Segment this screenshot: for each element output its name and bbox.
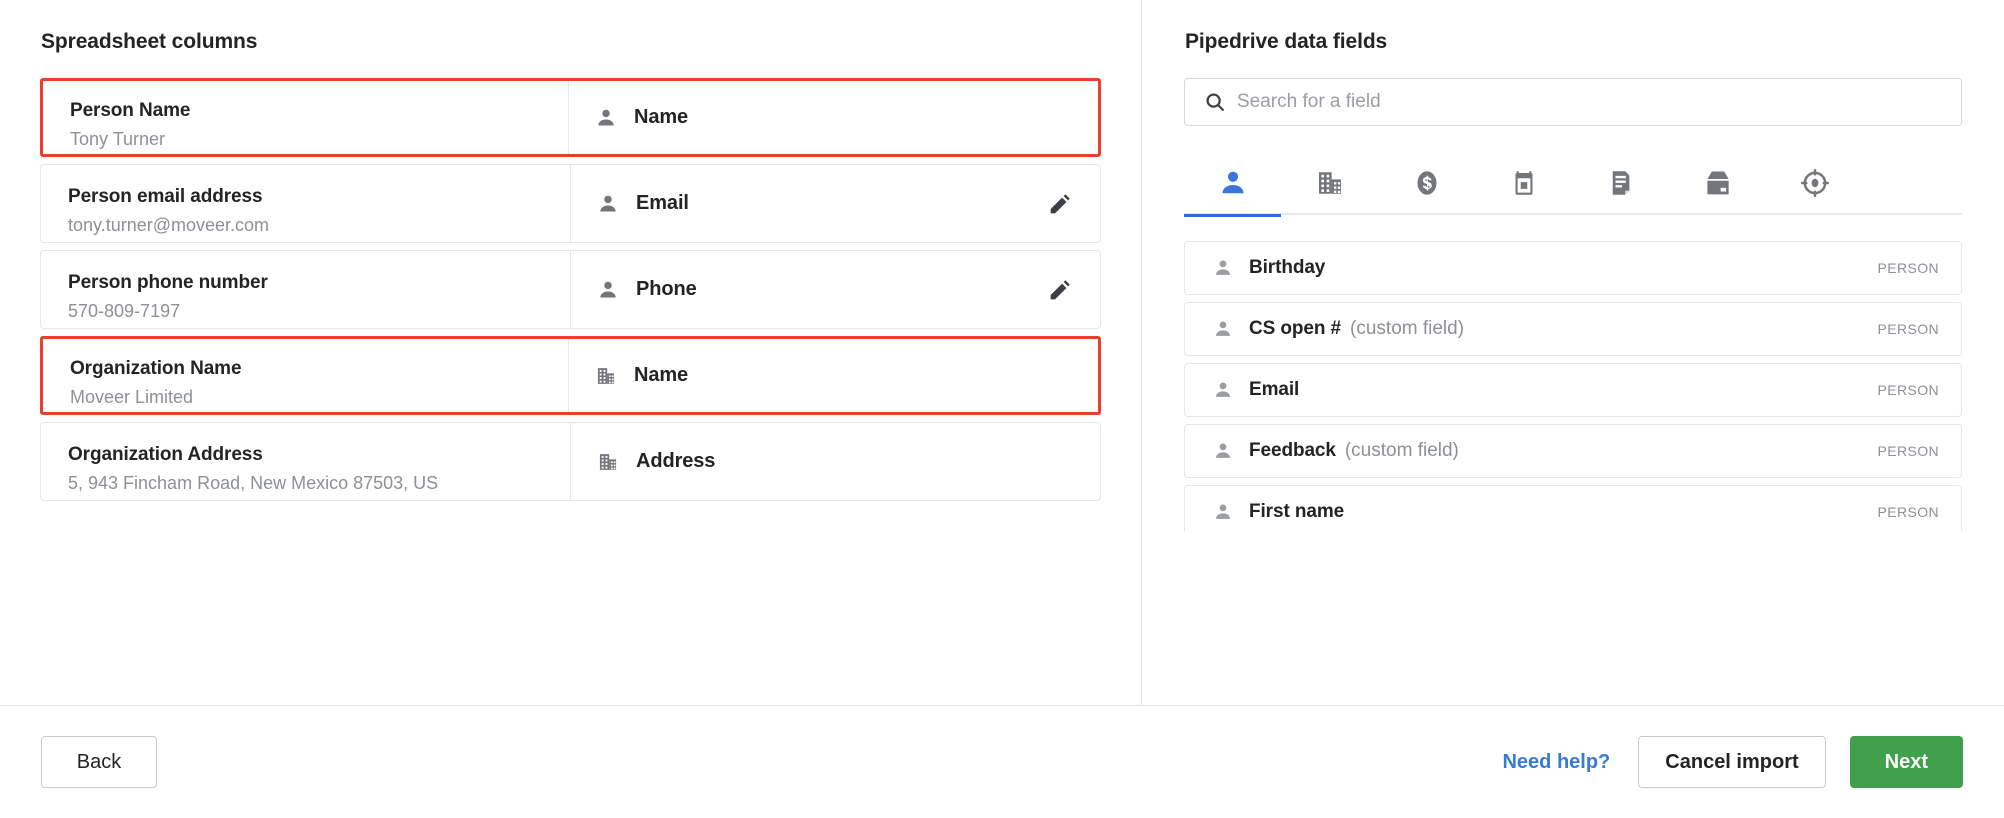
- column-mapping-list: Person Name Tony Turner Name Person email a…: [40, 78, 1101, 501]
- mapped-field-cell[interactable]: Name: [569, 339, 1098, 412]
- pipedrive-field-suffix: (custom field): [1350, 318, 1465, 339]
- mapped-field-label: Name: [634, 106, 689, 128]
- tab-person[interactable]: [1184, 156, 1281, 217]
- tab-active-indicator: [1184, 214, 1281, 217]
- pipedrive-field-name: Email: [1249, 379, 1300, 400]
- spreadsheet-column-cell: Organization Address 5, 943 Fincham Road,…: [41, 423, 571, 500]
- need-help-link[interactable]: Need help?: [1502, 751, 1610, 774]
- entity-tabs: [1184, 156, 1962, 217]
- wizard-footer: Back Need help? Cancel import Next: [0, 705, 2004, 818]
- pipedrive-field-type: PERSON: [1877, 382, 1939, 398]
- spreadsheet-column-name: Organization Name: [70, 358, 242, 379]
- mapped-field-cell[interactable]: Email: [571, 165, 1100, 242]
- note-icon: [1606, 168, 1636, 203]
- person-icon: [597, 279, 619, 301]
- spreadsheet-column-cell: Person phone number 570-809-7197: [41, 251, 571, 328]
- spreadsheet-column-name: Organization Address: [68, 444, 263, 465]
- column-mapping-row[interactable]: Person phone number 570-809-7197 Phone: [40, 250, 1101, 329]
- tab-product[interactable]: [1669, 156, 1766, 215]
- tab-active-indicator: [1572, 214, 1669, 217]
- pipedrive-field-item[interactable]: Birthday PERSON: [1184, 241, 1962, 295]
- tab-note[interactable]: [1572, 156, 1669, 215]
- pipedrive-field-list: Birthday PERSON CS open # (custom field) PER…: [1184, 241, 1962, 531]
- tab-lead[interactable]: [1766, 156, 1863, 215]
- tab-active-indicator: [1669, 214, 1766, 217]
- person-icon: [597, 193, 619, 215]
- mapped-field-label: Name: [634, 364, 689, 386]
- pipedrive-field-item[interactable]: Feedback (custom field) PERSON: [1184, 424, 1962, 478]
- next-button[interactable]: Next: [1849, 736, 1963, 788]
- pipedrive-fields-title: Pipedrive data fields: [1185, 30, 1388, 53]
- person-icon: [1213, 502, 1233, 522]
- column-mapping-row[interactable]: Person Name Tony Turner Name: [40, 78, 1101, 157]
- edit-mapping-button[interactable]: [1046, 191, 1072, 217]
- mapped-field-cell[interactable]: Name: [569, 81, 1098, 154]
- tab-active-indicator: [1766, 214, 1863, 217]
- spreadsheet-column-sample: tony.turner@moveer.com: [68, 215, 270, 235]
- mapped-field-label: Email: [636, 192, 689, 214]
- page-title: Spreadsheet columns: [41, 30, 258, 53]
- tab-active-indicator: [1475, 214, 1572, 217]
- pipedrive-field-type: PERSON: [1877, 504, 1939, 520]
- tab-active-indicator: [1281, 214, 1378, 217]
- spreadsheet-columns-pane: Spreadsheet columns Person Name Tony Turn…: [0, 0, 1142, 705]
- spreadsheet-column-cell: Organization Name Moveer Limited: [43, 339, 569, 412]
- spreadsheet-column-sample: Tony Turner: [70, 129, 166, 149]
- pipedrive-data-fields-pane: Pipedrive data fields BirthdayPERSONCS o…: [1142, 0, 2004, 705]
- organization-icon: [1315, 168, 1345, 203]
- organization-icon: [595, 365, 617, 387]
- cancel-import-button[interactable]: Cancel import: [1638, 736, 1826, 788]
- product-icon: [1703, 168, 1733, 203]
- mapped-field-cell[interactable]: Phone: [571, 251, 1100, 328]
- pipedrive-field-item[interactable]: First name PERSON: [1184, 485, 1962, 531]
- import-field-mapping-screen: Spreadsheet columns Person Name Tony Turn…: [0, 0, 2004, 818]
- mapping-panes: Spreadsheet columns Person Name Tony Turn…: [0, 0, 2004, 705]
- tab-deal[interactable]: [1378, 156, 1475, 215]
- tab-organization[interactable]: [1281, 156, 1378, 215]
- person-icon: [1213, 319, 1233, 339]
- spreadsheet-column-cell: Person email address tony.turner@moveer.c…: [41, 165, 571, 242]
- pipedrive-field-item[interactable]: CS open # (custom field) PERSON: [1184, 302, 1962, 356]
- mapped-field-label: Address: [636, 450, 716, 472]
- spreadsheet-column-sample: 5, 943 Fincham Road, New Mexico 87503, U…: [68, 473, 439, 493]
- column-mapping-row[interactable]: Organization Name Moveer Limited Name: [40, 336, 1101, 415]
- spreadsheet-column-name: Person Name: [70, 100, 191, 121]
- pipedrive-field-name: First name: [1249, 501, 1345, 522]
- organization-icon: [597, 451, 619, 473]
- spreadsheet-column-name: Person phone number: [68, 272, 268, 293]
- person-icon: [1213, 258, 1233, 278]
- person-icon: [1213, 380, 1233, 400]
- pipedrive-field-name: Birthday: [1249, 257, 1326, 278]
- column-mapping-row[interactable]: Organization Address 5, 943 Fincham Road,…: [40, 422, 1101, 501]
- activity-icon: [1509, 168, 1539, 203]
- pipedrive-field-name: Feedback: [1249, 440, 1336, 461]
- search-field-wrapper: [1184, 78, 1962, 126]
- pipedrive-field-suffix: (custom field): [1344, 440, 1459, 461]
- column-mapping-row[interactable]: Person email address tony.turner@moveer.c…: [40, 164, 1101, 243]
- spreadsheet-column-name: Person email address: [68, 186, 263, 207]
- deal-icon: [1412, 168, 1442, 203]
- pipedrive-field-item[interactable]: Email PERSON: [1184, 363, 1962, 417]
- footer-actions: Need help? Cancel import Next: [1502, 736, 1963, 788]
- search-input[interactable]: [1184, 78, 1962, 126]
- person-icon: [1213, 441, 1233, 461]
- person-icon: [595, 107, 617, 129]
- back-button[interactable]: Back: [41, 736, 157, 788]
- spreadsheet-column-sample: 570-809-7197: [68, 301, 181, 321]
- edit-mapping-button[interactable]: [1046, 277, 1072, 303]
- pipedrive-field-type: PERSON: [1877, 321, 1939, 337]
- pipedrive-field-name: CS open #: [1249, 318, 1342, 339]
- spreadsheet-column-sample: Moveer Limited: [70, 387, 194, 407]
- spreadsheet-column-cell: Person Name Tony Turner: [43, 81, 569, 154]
- lead-icon: [1800, 168, 1830, 203]
- mapped-field-cell[interactable]: Address: [571, 423, 1100, 500]
- person-icon: [1218, 168, 1248, 203]
- pipedrive-field-type: PERSON: [1877, 260, 1939, 276]
- tab-activity[interactable]: [1475, 156, 1572, 215]
- tab-active-indicator: [1378, 214, 1475, 217]
- pipedrive-field-type: PERSON: [1877, 443, 1939, 459]
- mapped-field-label: Phone: [636, 278, 697, 300]
